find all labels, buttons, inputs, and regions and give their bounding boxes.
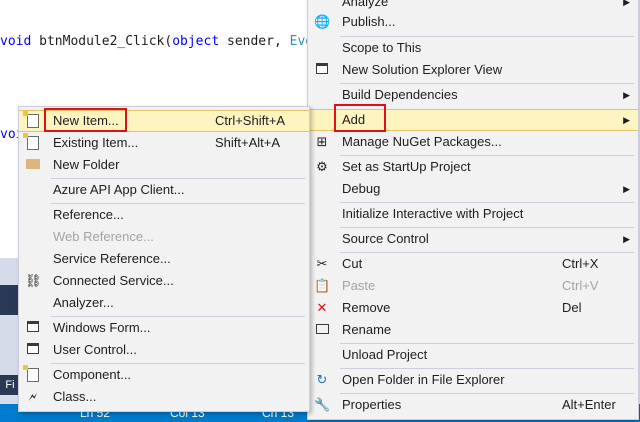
rename-icon bbox=[314, 322, 330, 338]
new-view-icon bbox=[314, 62, 330, 78]
menu-item-service-reference[interactable]: Service Reference... bbox=[19, 248, 309, 270]
remove-icon: ✕ bbox=[316, 300, 328, 315]
paste-icon: 📋 bbox=[314, 278, 331, 293]
menu-item-scope-to-this[interactable]: Scope to This bbox=[308, 37, 638, 59]
scissors-icon: ✂ bbox=[316, 256, 328, 271]
globe-icon: 🌐 bbox=[314, 14, 331, 29]
menu-item-source-control[interactable]: Source Control ▶ bbox=[308, 228, 638, 250]
menu-item-user-control[interactable]: User Control... bbox=[19, 339, 309, 361]
menu-item-web-reference[interactable]: Web Reference... bbox=[19, 226, 309, 248]
nuget-icon: ⊞ bbox=[316, 134, 328, 149]
submenu-arrow-icon: ▶ bbox=[623, 234, 630, 244]
menu-item-remove[interactable]: ✕ Remove Del bbox=[308, 297, 638, 319]
menu-item-build-dependencies[interactable]: Build Dependencies ▶ bbox=[308, 84, 638, 106]
menu-item-publish[interactable]: 🌐 Publish... bbox=[308, 11, 638, 33]
menu-item-properties[interactable]: 🔧 Properties Alt+Enter bbox=[308, 394, 638, 416]
menu-item-set-startup[interactable]: ⚙ Set as StartUp Project bbox=[308, 156, 638, 178]
menu-item-cut[interactable]: ✂ Cut Ctrl+X bbox=[308, 253, 638, 275]
menu-item-unload-project[interactable]: Unload Project bbox=[308, 344, 638, 366]
menu-item-azure-api-app-client[interactable]: Azure API App Client... bbox=[19, 179, 309, 201]
menu-item-rename[interactable]: Rename bbox=[308, 319, 638, 341]
refresh-arrow-icon: ↻ bbox=[316, 372, 328, 387]
menu-item-new-solution-explorer-view[interactable]: New Solution Explorer View bbox=[308, 59, 638, 81]
gear-icon: ⚙ bbox=[316, 159, 328, 174]
existing-item-icon bbox=[23, 133, 41, 151]
connected-service-icon: ⛓ bbox=[25, 273, 42, 288]
menu-item-analyzer[interactable]: Analyzer... bbox=[19, 292, 309, 314]
submenu-arrow-icon: ▶ bbox=[623, 90, 630, 100]
menu-item-new-item[interactable]: New Item... Ctrl+Shift+A bbox=[19, 110, 309, 132]
wrench-icon: 🔧 bbox=[314, 397, 331, 412]
class-icon: 🗲 bbox=[28, 389, 38, 404]
submenu-arrow-icon: ▶ bbox=[623, 115, 630, 125]
menu-item-existing-item[interactable]: Existing Item... Shift+Alt+A bbox=[19, 132, 309, 154]
component-icon bbox=[23, 365, 41, 383]
user-control-icon bbox=[25, 342, 41, 358]
add-submenu: New Item... Ctrl+Shift+A Existing Item..… bbox=[18, 106, 310, 412]
project-context-menu: Analyze ▶ 🌐 Publish... Scope to This New… bbox=[307, 0, 639, 420]
menu-item-paste[interactable]: 📋 Paste Ctrl+V bbox=[308, 275, 638, 297]
menu-item-debug[interactable]: Debug ▶ bbox=[308, 178, 638, 200]
menu-item-initialize-interactive[interactable]: Initialize Interactive with Project bbox=[308, 203, 638, 225]
new-item-icon bbox=[23, 111, 41, 129]
menu-item-connected-service[interactable]: ⛓ Connected Service... bbox=[19, 270, 309, 292]
menu-item-windows-form[interactable]: Windows Form... bbox=[19, 317, 309, 339]
menu-item-component[interactable]: Component... bbox=[19, 364, 309, 386]
menu-item-open-folder[interactable]: ↻ Open Folder in File Explorer bbox=[308, 369, 638, 391]
folder-icon bbox=[25, 157, 41, 173]
submenu-arrow-icon: ▶ bbox=[623, 184, 630, 194]
menu-item-manage-nuget[interactable]: ⊞ Manage NuGet Packages... bbox=[308, 131, 638, 153]
side-tab[interactable] bbox=[0, 285, 20, 315]
windows-form-icon bbox=[25, 320, 41, 336]
menu-item-new-folder[interactable]: New Folder bbox=[19, 154, 309, 176]
menu-item-class[interactable]: 🗲 Class... bbox=[19, 386, 309, 408]
menu-item-add[interactable]: Add ▶ bbox=[308, 109, 638, 131]
side-button[interactable]: Fi bbox=[0, 375, 20, 395]
menu-item-reference[interactable]: Reference... bbox=[19, 204, 309, 226]
